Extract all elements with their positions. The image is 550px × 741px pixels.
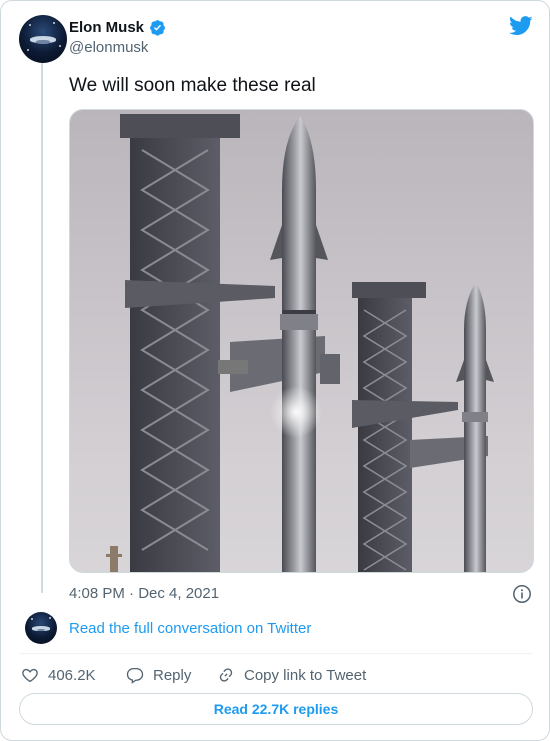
tweet-text: We will soon make these real — [69, 75, 316, 96]
read-full-conversation-link[interactable]: Read the full conversation on Twitter — [69, 620, 311, 637]
link-icon — [219, 668, 233, 682]
reply-button[interactable]: Reply — [126, 664, 191, 686]
copy-link-button[interactable]: Copy link to Tweet — [217, 664, 366, 686]
divider — [19, 653, 533, 654]
twitter-bird-icon[interactable] — [509, 15, 533, 37]
starship-towers-illustration — [106, 114, 494, 572]
verified-badge-icon — [150, 20, 165, 36]
tweet-media-image[interactable] — [69, 109, 534, 573]
reply-label: Reply — [153, 666, 192, 684]
heart-icon — [22, 668, 38, 683]
author-name[interactable]: Elon Musk — [69, 19, 144, 36]
thread-line — [41, 63, 43, 593]
reply-bubble-icon — [126, 667, 144, 684]
thread-author-avatar[interactable] — [25, 612, 57, 644]
copy-link-label: Copy link to Tweet — [244, 666, 367, 684]
like-count: 406.2K — [48, 666, 96, 684]
read-replies-button[interactable]: Read 22.7K replies — [19, 693, 533, 725]
like-button[interactable]: 406.2K — [21, 664, 96, 686]
tweet-timestamp[interactable]: 4:08 PM · Dec 4, 2021 — [69, 585, 219, 602]
info-icon[interactable] — [512, 584, 532, 604]
author-avatar[interactable] — [19, 15, 67, 63]
tweet-card: Elon Musk @elonmusk We will soon make th… — [0, 0, 550, 741]
author-handle[interactable]: @elonmusk — [69, 39, 148, 56]
